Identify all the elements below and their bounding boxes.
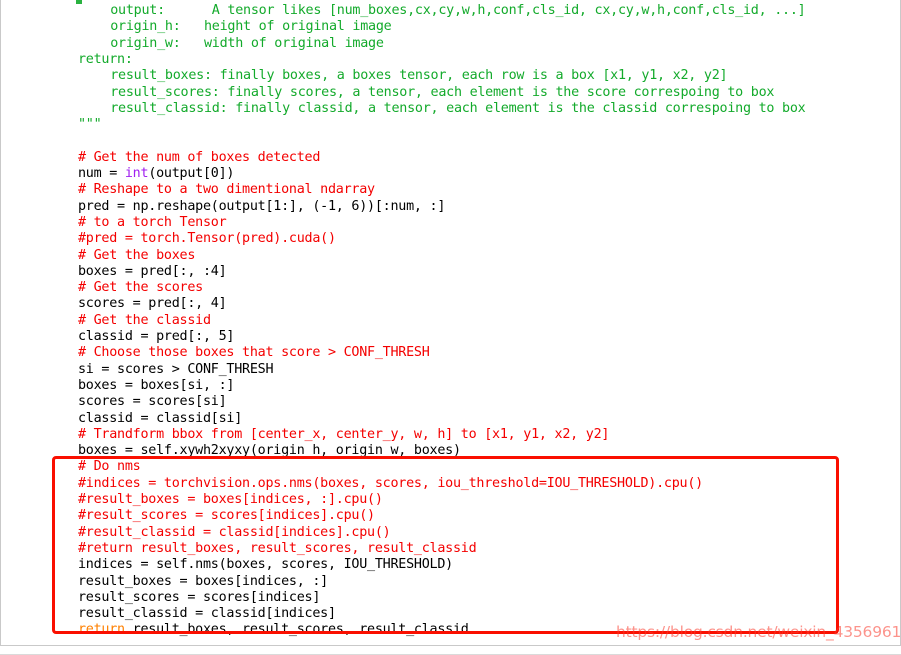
code-line[interactable]: #return result_boxes, result_scores, res… xyxy=(0,541,901,557)
code-line[interactable]: classid = pred[:, 5] xyxy=(0,329,901,345)
code-token-string: """ xyxy=(78,117,102,133)
code-line[interactable]: boxes = boxes[si, :] xyxy=(0,378,901,394)
code-line[interactable]: result_scores: finally scores, a tensor,… xyxy=(0,85,901,101)
window-frame-bottom-border xyxy=(0,645,901,646)
code-token-plain: result_boxes, result_scores, result_clas… xyxy=(124,622,469,638)
code-token-comment: # Get the classid xyxy=(78,312,211,328)
code-line[interactable] xyxy=(0,133,901,149)
code-token-plain: pred = np.reshape(output[1:], (-1, 6))[:… xyxy=(78,198,446,214)
code-token-plain: result_boxes = boxes[indices, :] xyxy=(78,573,328,589)
code-token-comment: #indices = torchvision.ops.nms(boxes, sc… xyxy=(78,475,703,491)
code-line[interactable]: indices = self.nms(boxes, scores, IOU_TH… xyxy=(0,557,901,573)
code-line[interactable]: result_scores = scores[indices] xyxy=(0,590,901,606)
code-token-plain: si = scores > CONF_THRESH xyxy=(78,361,274,377)
code-line[interactable]: scores = scores[si] xyxy=(0,394,901,410)
watermark-url: https://blog.csdn.net/weixin_43569617 xyxy=(616,623,901,641)
code-token-builtin: int xyxy=(124,166,149,181)
code-token-string: origin_h: height of original image xyxy=(110,19,392,35)
code-line[interactable]: output: A tensor likes [num_boxes,cx,cy,… xyxy=(0,3,901,19)
code-token-string: result_classid: finally classid, a tenso… xyxy=(110,100,806,116)
code-line[interactable]: pred = np.reshape(output[1:], (-1, 6))[:… xyxy=(0,199,901,215)
code-listing[interactable]: output: A tensor likes [num_boxes,cx,cy,… xyxy=(0,0,901,645)
code-token-string: result_boxes: finally boxes, a boxes ten… xyxy=(110,68,728,84)
code-line[interactable]: """ xyxy=(0,117,901,133)
code-token-comment: #result_scores = scores[indices].cpu() xyxy=(78,508,375,524)
code-token-comment: # Get the num of boxes detected xyxy=(78,149,321,165)
code-token-comment: #result_boxes = boxes[indices, :].cpu() xyxy=(78,492,383,507)
code-screenshot: output: A tensor likes [num_boxes,cx,cy,… xyxy=(0,0,901,655)
code-line[interactable]: boxes = pred[:, :4] xyxy=(0,264,901,280)
code-line[interactable]: return: xyxy=(0,52,901,68)
code-token-plain: classid = pred[:, 5] xyxy=(78,329,235,344)
code-line[interactable]: result_classid: finally classid, a tenso… xyxy=(0,101,901,117)
code-token-comment: #return result_boxes, result_scores, res… xyxy=(78,540,477,556)
code-token-plain: (output[0]) xyxy=(148,166,235,181)
code-line[interactable]: #result_scores = scores[indices].cpu() xyxy=(0,508,901,524)
code-line[interactable]: # Get the classid xyxy=(0,313,901,329)
code-line[interactable]: #result_boxes = boxes[indices, :].cpu() xyxy=(0,492,901,508)
code-token-plain: boxes = self.xywh2xyxy(origin_h, origin_… xyxy=(78,443,461,459)
code-token-plain: boxes = boxes[si, :] xyxy=(78,377,235,393)
code-token-plain: num = xyxy=(78,166,125,181)
code-token-plain: boxes = pred[:, :4] xyxy=(78,263,227,279)
code-token-comment: # Reshape to a two dimentional ndarray xyxy=(78,182,375,198)
code-line[interactable]: num = int(output[0]) xyxy=(0,166,901,182)
code-token-string: result_scores: finally scores, a tensor,… xyxy=(110,84,775,100)
code-token-plain: classid = classid[si] xyxy=(78,410,243,426)
code-line[interactable]: #indices = torchvision.ops.nms(boxes, sc… xyxy=(0,476,901,492)
code-line[interactable]: # Choose those boxes that score > CONF_T… xyxy=(0,345,901,361)
code-line[interactable]: # Reshape to a two dimentional ndarray xyxy=(0,182,901,198)
code-token-plain: result_classid = classid[indices] xyxy=(78,606,336,622)
code-line[interactable]: classid = classid[si] xyxy=(0,411,901,427)
code-line[interactable]: #result_classid = classid[indices].cpu() xyxy=(0,525,901,541)
code-line[interactable]: si = scores > CONF_THRESH xyxy=(0,362,901,378)
code-token-comment: # Choose those boxes that score > CONF_T… xyxy=(78,345,430,361)
code-line[interactable]: boxes = self.xywh2xyxy(origin_h, origin_… xyxy=(0,443,901,459)
code-token-comment: #result_classid = classid[indices].cpu() xyxy=(78,524,391,540)
code-line[interactable]: # Trandform bbox from [center_x, center_… xyxy=(0,427,901,443)
code-token-string: output: A tensor likes [num_boxes,cx,cy,… xyxy=(110,3,806,18)
code-line[interactable]: result_boxes = boxes[indices, :] xyxy=(0,574,901,590)
code-token-comment: #pred = torch.Tensor(pred).cuda() xyxy=(78,231,336,247)
code-token-keyword: return xyxy=(78,622,125,638)
code-token-comment: # Trandform bbox from [center_x, center_… xyxy=(78,426,610,442)
code-token-plain: indices = self.nms(boxes, scores, IOU_TH… xyxy=(78,557,453,573)
code-line[interactable]: origin_h: height of original image xyxy=(0,19,901,35)
code-line[interactable]: # Do nms xyxy=(0,459,901,475)
code-line[interactable]: # Get the scores xyxy=(0,280,901,296)
code-line[interactable]: result_classid = classid[indices] xyxy=(0,606,901,622)
code-line[interactable]: result_boxes: finally boxes, a boxes ten… xyxy=(0,68,901,84)
code-token-plain: scores = pred[:, 4] xyxy=(78,296,227,312)
code-line[interactable]: # Get the num of boxes detected xyxy=(0,150,901,166)
code-token-comment: # Get the scores xyxy=(78,280,203,296)
code-token-comment: # Get the boxes xyxy=(78,247,196,263)
code-token-string: return: xyxy=(78,51,133,67)
code-token-string: origin_w: width of original image xyxy=(110,35,384,51)
code-token-plain: result_scores = scores[indices] xyxy=(78,589,321,605)
code-line[interactable]: # Get the boxes xyxy=(0,248,901,264)
code-token-comment: # to a torch Tensor xyxy=(78,214,227,230)
code-line[interactable]: # to a torch Tensor xyxy=(0,215,901,231)
code-line[interactable]: origin_w: width of original image xyxy=(0,36,901,52)
code-token-comment: # Do nms xyxy=(78,459,141,475)
code-line[interactable]: scores = pred[:, 4] xyxy=(0,296,901,312)
code-line[interactable]: #pred = torch.Tensor(pred).cuda() xyxy=(0,231,901,247)
code-token-plain: scores = scores[si] xyxy=(78,394,227,410)
